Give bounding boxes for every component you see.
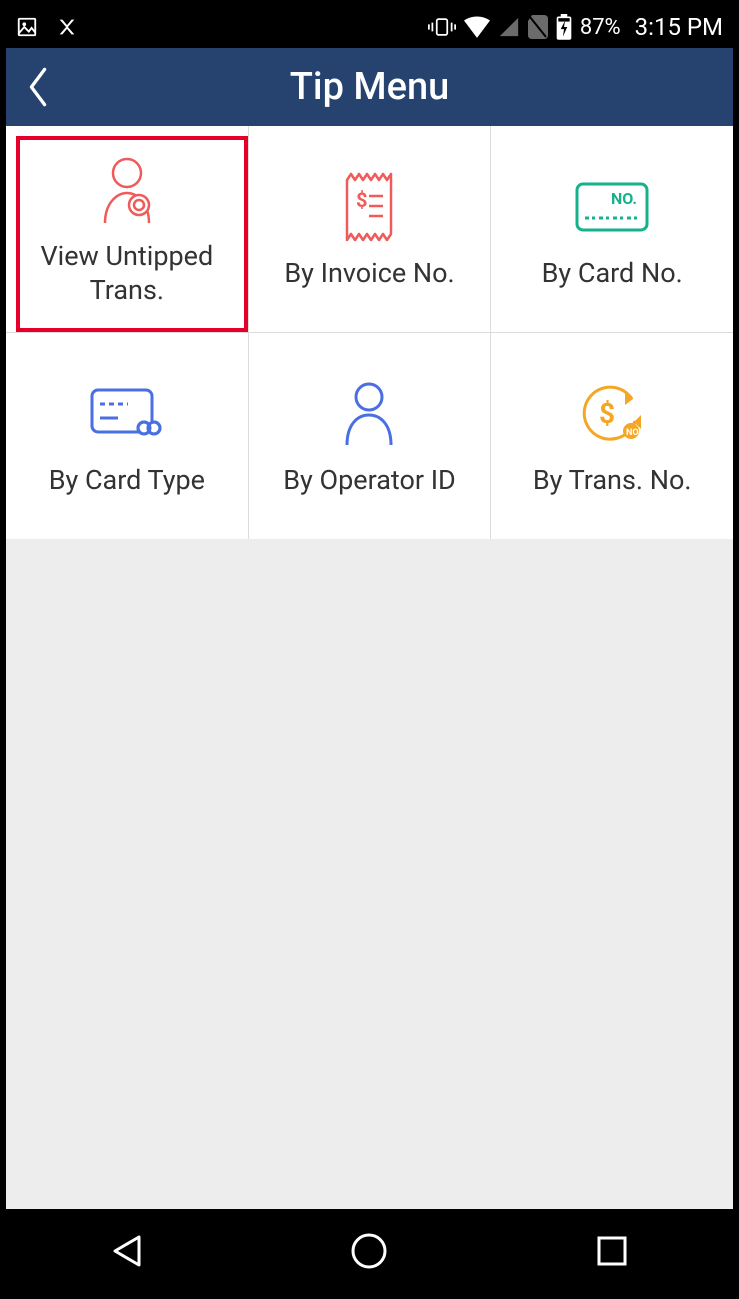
tile-by-card-type[interactable]: By Card Type: [6, 333, 248, 539]
tile-grid: View Untipped Trans. $ By Invoice No.: [6, 126, 733, 539]
cell-signal-icon: [498, 16, 520, 38]
android-nav-bar: [6, 1209, 733, 1293]
svg-text:NO.: NO.: [626, 428, 641, 438]
trans-no-icon: $ NO.: [577, 374, 647, 454]
svg-text:$: $: [356, 188, 367, 212]
app-bar: Tip Menu: [6, 48, 733, 126]
tile-label: View Untipped Trans.: [12, 240, 242, 308]
tile-by-card-no[interactable]: NO. By Card No.: [491, 126, 733, 332]
status-right: 87% 3:15 PM: [428, 13, 723, 41]
vibrate-icon: [428, 16, 456, 38]
no-sim-icon: [528, 15, 548, 39]
svg-text:$: $: [599, 397, 615, 430]
wifi-icon: [464, 16, 490, 38]
receipt-icon: $: [341, 167, 397, 247]
content-area: View Untipped Trans. $ By Invoice No.: [6, 126, 733, 1209]
back-button[interactable]: [24, 48, 52, 126]
image-icon: [16, 16, 38, 38]
tile-label: By Operator ID: [283, 464, 456, 498]
nav-back-button[interactable]: [77, 1221, 177, 1281]
battery-charging-icon: [556, 14, 572, 40]
status-left: [16, 16, 78, 38]
tile-label: By Card Type: [49, 464, 205, 498]
tile-by-invoice-no[interactable]: $ By Invoice No.: [249, 126, 491, 332]
tile-label: By Card No.: [542, 257, 683, 291]
nav-recent-button[interactable]: [562, 1221, 662, 1281]
battery-percent: 87%: [580, 15, 621, 40]
user-icon: [341, 374, 397, 454]
card-type-icon: [88, 374, 166, 454]
tile-label: By Trans. No.: [533, 464, 692, 498]
nav-home-button[interactable]: [319, 1221, 419, 1281]
empty-area: [6, 539, 733, 1209]
svg-text:NO.: NO.: [611, 189, 637, 208]
user-search-icon: [97, 150, 157, 230]
tile-view-untipped-trans[interactable]: View Untipped Trans.: [6, 126, 248, 332]
device-frame: 87% 3:15 PM Tip Menu: [0, 0, 739, 1299]
card-no-icon: NO.: [573, 167, 651, 247]
page-title: Tip Menu: [6, 65, 733, 109]
app-notification-icon: [56, 16, 78, 38]
status-bar: 87% 3:15 PM: [6, 6, 733, 48]
tile-by-operator-id[interactable]: By Operator ID: [249, 333, 491, 539]
tile-by-trans-no[interactable]: $ NO. By Trans. No.: [491, 333, 733, 539]
tile-label: By Invoice No.: [284, 257, 454, 291]
clock-time: 3:15 PM: [635, 13, 723, 41]
